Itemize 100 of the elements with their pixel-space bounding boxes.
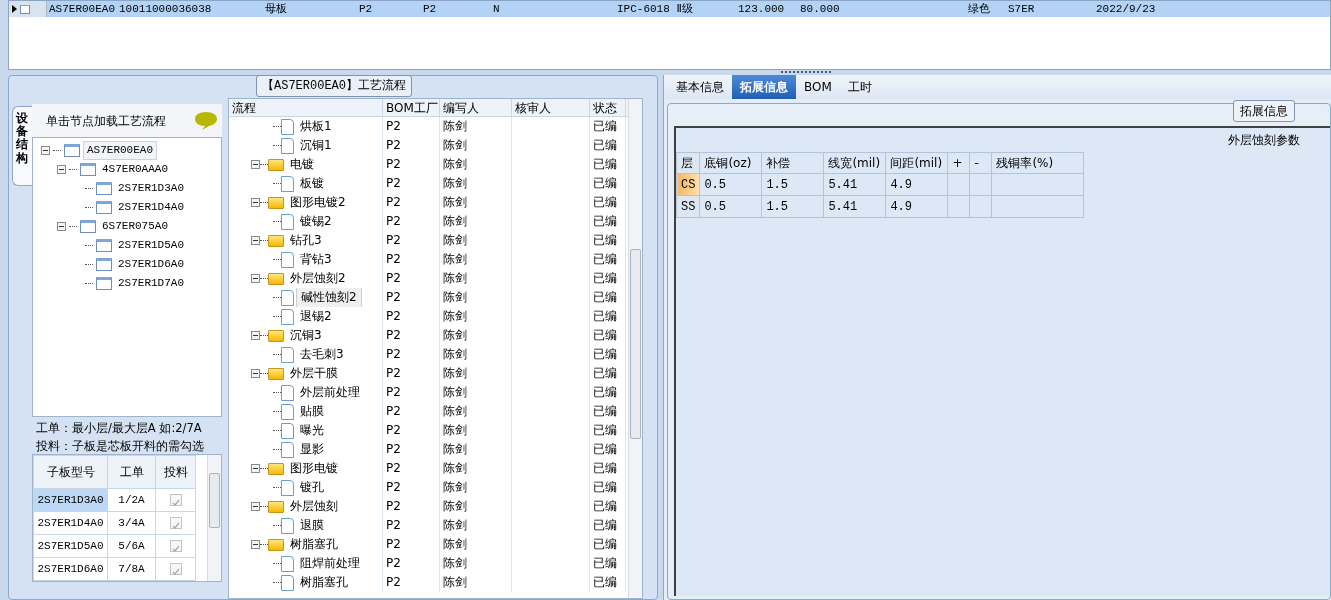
tree-node[interactable]: 板镀 <box>296 174 328 193</box>
folder-icon <box>268 158 284 171</box>
table-cell: P2 <box>383 326 440 345</box>
table-cell: 陈剑 <box>440 250 512 269</box>
checkbox[interactable] <box>169 562 182 575</box>
column-header: 投料 <box>155 455 196 489</box>
table-cell: 已编 <box>590 573 626 592</box>
tree-node[interactable]: 外层蚀刻2 <box>286 269 350 288</box>
table-cell[interactable]: 2S7ER1D4A0 <box>33 511 108 535</box>
tree-node[interactable]: 沉铜1 <box>296 136 336 155</box>
table-cell[interactable]: 2S7ER1D3A0 <box>33 488 108 512</box>
table-cell: 陈剑 <box>440 497 512 516</box>
tree-node[interactable]: 外层前处理 <box>296 383 364 402</box>
tree-node[interactable]: 碱性蚀刻2 <box>296 288 362 307</box>
tree-node[interactable]: 镀孔 <box>296 478 328 497</box>
tree-node[interactable]: 2S7ER1D5A0 <box>115 237 187 254</box>
table-cell: 已编 <box>590 554 626 573</box>
document-icon <box>281 118 294 135</box>
column-header[interactable]: 流程 <box>229 99 383 116</box>
collapse-icon[interactable] <box>251 198 260 207</box>
tree-node[interactable]: 2S7ER1D7A0 <box>115 275 187 292</box>
table-cell: P2 <box>383 250 440 269</box>
collapse-icon[interactable] <box>251 274 260 283</box>
table-cell[interactable]: 2S7ER1D6A0 <box>33 557 108 581</box>
table-cell: 陈剑 <box>440 193 512 212</box>
tree-node[interactable]: 背钻3 <box>296 250 336 269</box>
table-cell: 已编 <box>590 459 626 478</box>
table-cell: 已编 <box>590 402 626 421</box>
table-cell: P2 <box>383 174 440 193</box>
table-cell: 已编 <box>590 497 626 516</box>
window-icon <box>96 201 112 214</box>
tree-node[interactable]: 6S7ER075A0 <box>99 218 171 235</box>
collapse-icon[interactable] <box>251 160 260 169</box>
table-cell: 陈剑 <box>440 516 512 535</box>
table-cell: 陈剑 <box>440 440 512 459</box>
tree-node[interactable]: 2S7ER1D3A0 <box>115 180 187 197</box>
collapse-icon[interactable] <box>251 540 260 549</box>
tree-node[interactable]: 电镀 <box>286 155 318 174</box>
tree-node[interactable]: AS7ER00EA0 <box>83 141 157 160</box>
column-header[interactable]: BOM工厂 <box>383 99 440 116</box>
tree-node[interactable]: 镀锡2 <box>296 212 336 231</box>
collapse-icon[interactable] <box>251 464 260 473</box>
tree-node[interactable]: 外层干膜 <box>286 364 342 383</box>
tree-node[interactable]: 阻焊前处理 <box>296 554 364 573</box>
table-cell: P2 <box>383 383 440 402</box>
table-cell: P2 <box>383 402 440 421</box>
tree-node[interactable]: 退锡2 <box>296 307 336 326</box>
collapse-icon[interactable] <box>41 146 50 155</box>
tree-node[interactable]: 2S7ER1D6A0 <box>115 256 187 273</box>
grid-row[interactable]: AS7ER00EA0 10011000036038 母板 P2 P2 N IPC-6018 Ⅱ级 123.000 80.000 绿色 S7ER 2022/9/23 <box>9 1 1330 17</box>
document-icon <box>281 251 294 268</box>
collapse-icon[interactable] <box>251 502 260 511</box>
tab[interactable]: 拓展信息 <box>732 75 796 99</box>
tree-node[interactable]: 图形电镀2 <box>286 193 350 212</box>
tree-node[interactable]: 贴膜 <box>296 402 328 421</box>
side-tab[interactable]: 设备结构 <box>12 106 32 186</box>
collapse-icon[interactable] <box>251 331 260 340</box>
tree-node[interactable]: 树脂塞孔 <box>296 573 352 592</box>
column-header[interactable]: 状态 <box>590 99 626 116</box>
collapse-icon[interactable] <box>57 222 66 231</box>
table-cell[interactable]: 2S7ER1D5A0 <box>33 534 108 558</box>
checkbox[interactable] <box>169 494 182 507</box>
tab[interactable]: 工时 <box>839 75 880 99</box>
tree-node[interactable]: 4S7ER0AAA0 <box>99 161 171 178</box>
collapse-icon[interactable] <box>251 236 260 245</box>
table-cell: 陈剑 <box>440 345 512 364</box>
window-icon <box>96 239 112 252</box>
tab[interactable]: 基本信息 <box>668 75 732 99</box>
collapse-icon[interactable] <box>251 369 260 378</box>
tree-node[interactable]: 沉铜3 <box>286 326 326 345</box>
document-icon <box>281 574 294 591</box>
column-header[interactable]: 编写人 <box>440 99 512 116</box>
scrollbar[interactable] <box>628 99 642 598</box>
scrollbar[interactable] <box>207 455 221 581</box>
row-header[interactable]: SS <box>676 195 700 218</box>
table-cell: 4.9 <box>885 195 948 218</box>
table-cell: 0.5 <box>699 195 762 218</box>
collapse-icon[interactable] <box>57 165 66 174</box>
table-cell: 已编 <box>590 193 626 212</box>
tree-node[interactable]: 显影 <box>296 440 328 459</box>
table-cell: 陈剑 <box>440 155 512 174</box>
tree-node[interactable]: 退膜 <box>296 516 328 535</box>
tree-node[interactable]: 图形电镀 <box>286 459 342 478</box>
tree-node[interactable]: 烘板1 <box>296 117 336 136</box>
tab[interactable]: BOM <box>796 75 840 99</box>
tree-node[interactable]: 曝光 <box>296 421 328 440</box>
tree-node[interactable]: 2S7ER1D4A0 <box>115 199 187 216</box>
tree-node[interactable]: 去毛刺3 <box>296 345 348 364</box>
checkbox[interactable] <box>169 539 182 552</box>
table-cell: 5.41 <box>823 173 886 196</box>
tree-node[interactable]: 树脂塞孔 <box>286 535 342 554</box>
tree-node[interactable]: 钻孔3 <box>286 231 326 250</box>
table-cell: P2 <box>383 345 440 364</box>
checkbox[interactable] <box>169 517 182 530</box>
tree-node[interactable]: 外层蚀刻 <box>286 497 342 516</box>
row-header[interactable]: CS <box>676 173 700 196</box>
window-icon <box>64 144 80 157</box>
column-header: 底铜(oz) <box>699 152 762 174</box>
section-title: 外层蚀刻参数 <box>1228 132 1300 149</box>
column-header[interactable]: 核审人 <box>512 99 590 116</box>
